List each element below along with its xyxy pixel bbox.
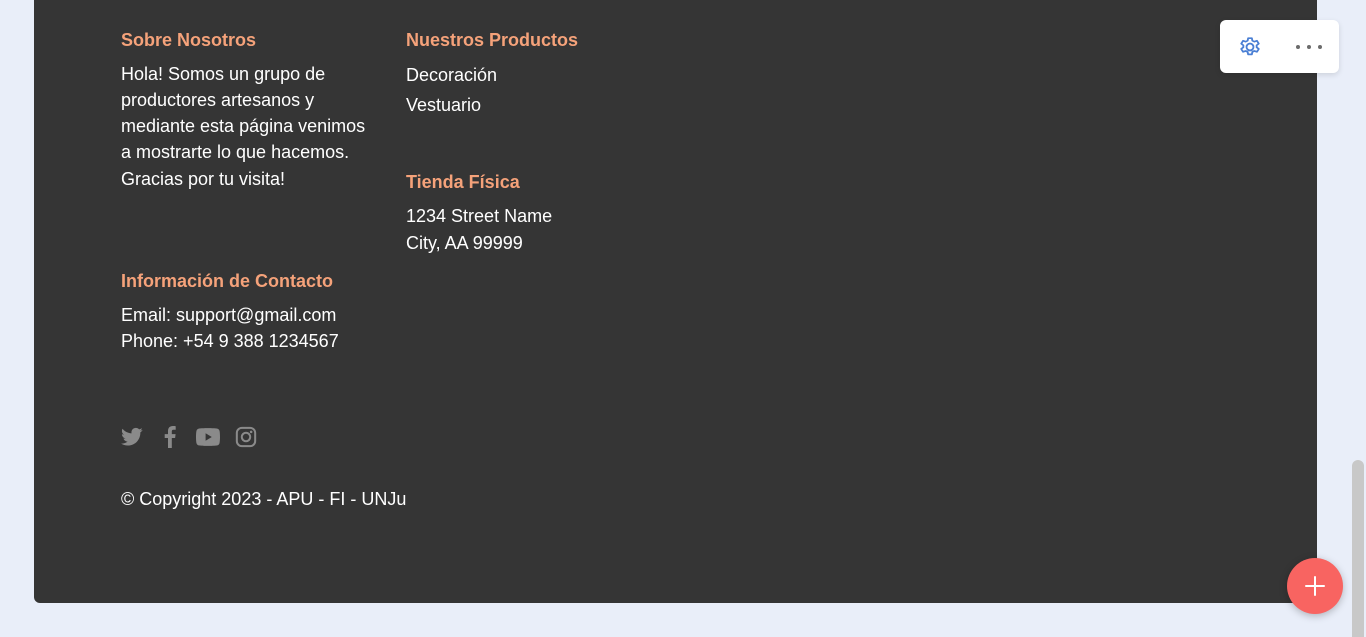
product-link-decoracion[interactable]: Decoración	[406, 65, 497, 86]
youtube-icon[interactable]	[196, 425, 220, 449]
store-address-line: City, AA 99999	[406, 233, 523, 253]
about-heading: Sobre Nosotros	[121, 30, 257, 50]
store-heading: Tienda Física	[406, 172, 520, 192]
add-button[interactable]	[1287, 558, 1343, 614]
more-horizontal-icon[interactable]	[1289, 27, 1329, 67]
contact-heading: Información de Contacto	[121, 271, 334, 291]
about-line: a mostrarte lo que hacemos.	[121, 142, 350, 162]
instagram-icon[interactable]	[234, 425, 258, 449]
plus-icon	[1305, 576, 1325, 596]
about-line: productores artesanos y	[121, 90, 315, 110]
contact-phone: Phone: +54 9 388 1234567	[121, 331, 339, 351]
products-heading: Nuestros Productos	[406, 30, 579, 50]
social-links	[120, 425, 258, 449]
about-line: Gracias por tu visita!	[121, 169, 286, 189]
about-line: Hola! Somos un grupo de	[121, 64, 326, 84]
floating-toolbar	[1220, 20, 1339, 73]
gear-icon[interactable]	[1230, 27, 1270, 67]
about-line: mediante esta página venimos	[121, 116, 366, 136]
copyright-text: © Copyright 2023 - APU - FI - UNJu	[121, 489, 407, 509]
contact-email: Email: support@gmail.com	[121, 305, 337, 325]
facebook-icon[interactable]	[158, 425, 182, 449]
twitter-icon[interactable]	[120, 425, 144, 449]
scrollbar-thumb[interactable]	[1352, 460, 1364, 637]
product-link-vestuario[interactable]: Vestuario	[406, 95, 481, 116]
store-address-line: 1234 Street Name	[406, 206, 553, 226]
